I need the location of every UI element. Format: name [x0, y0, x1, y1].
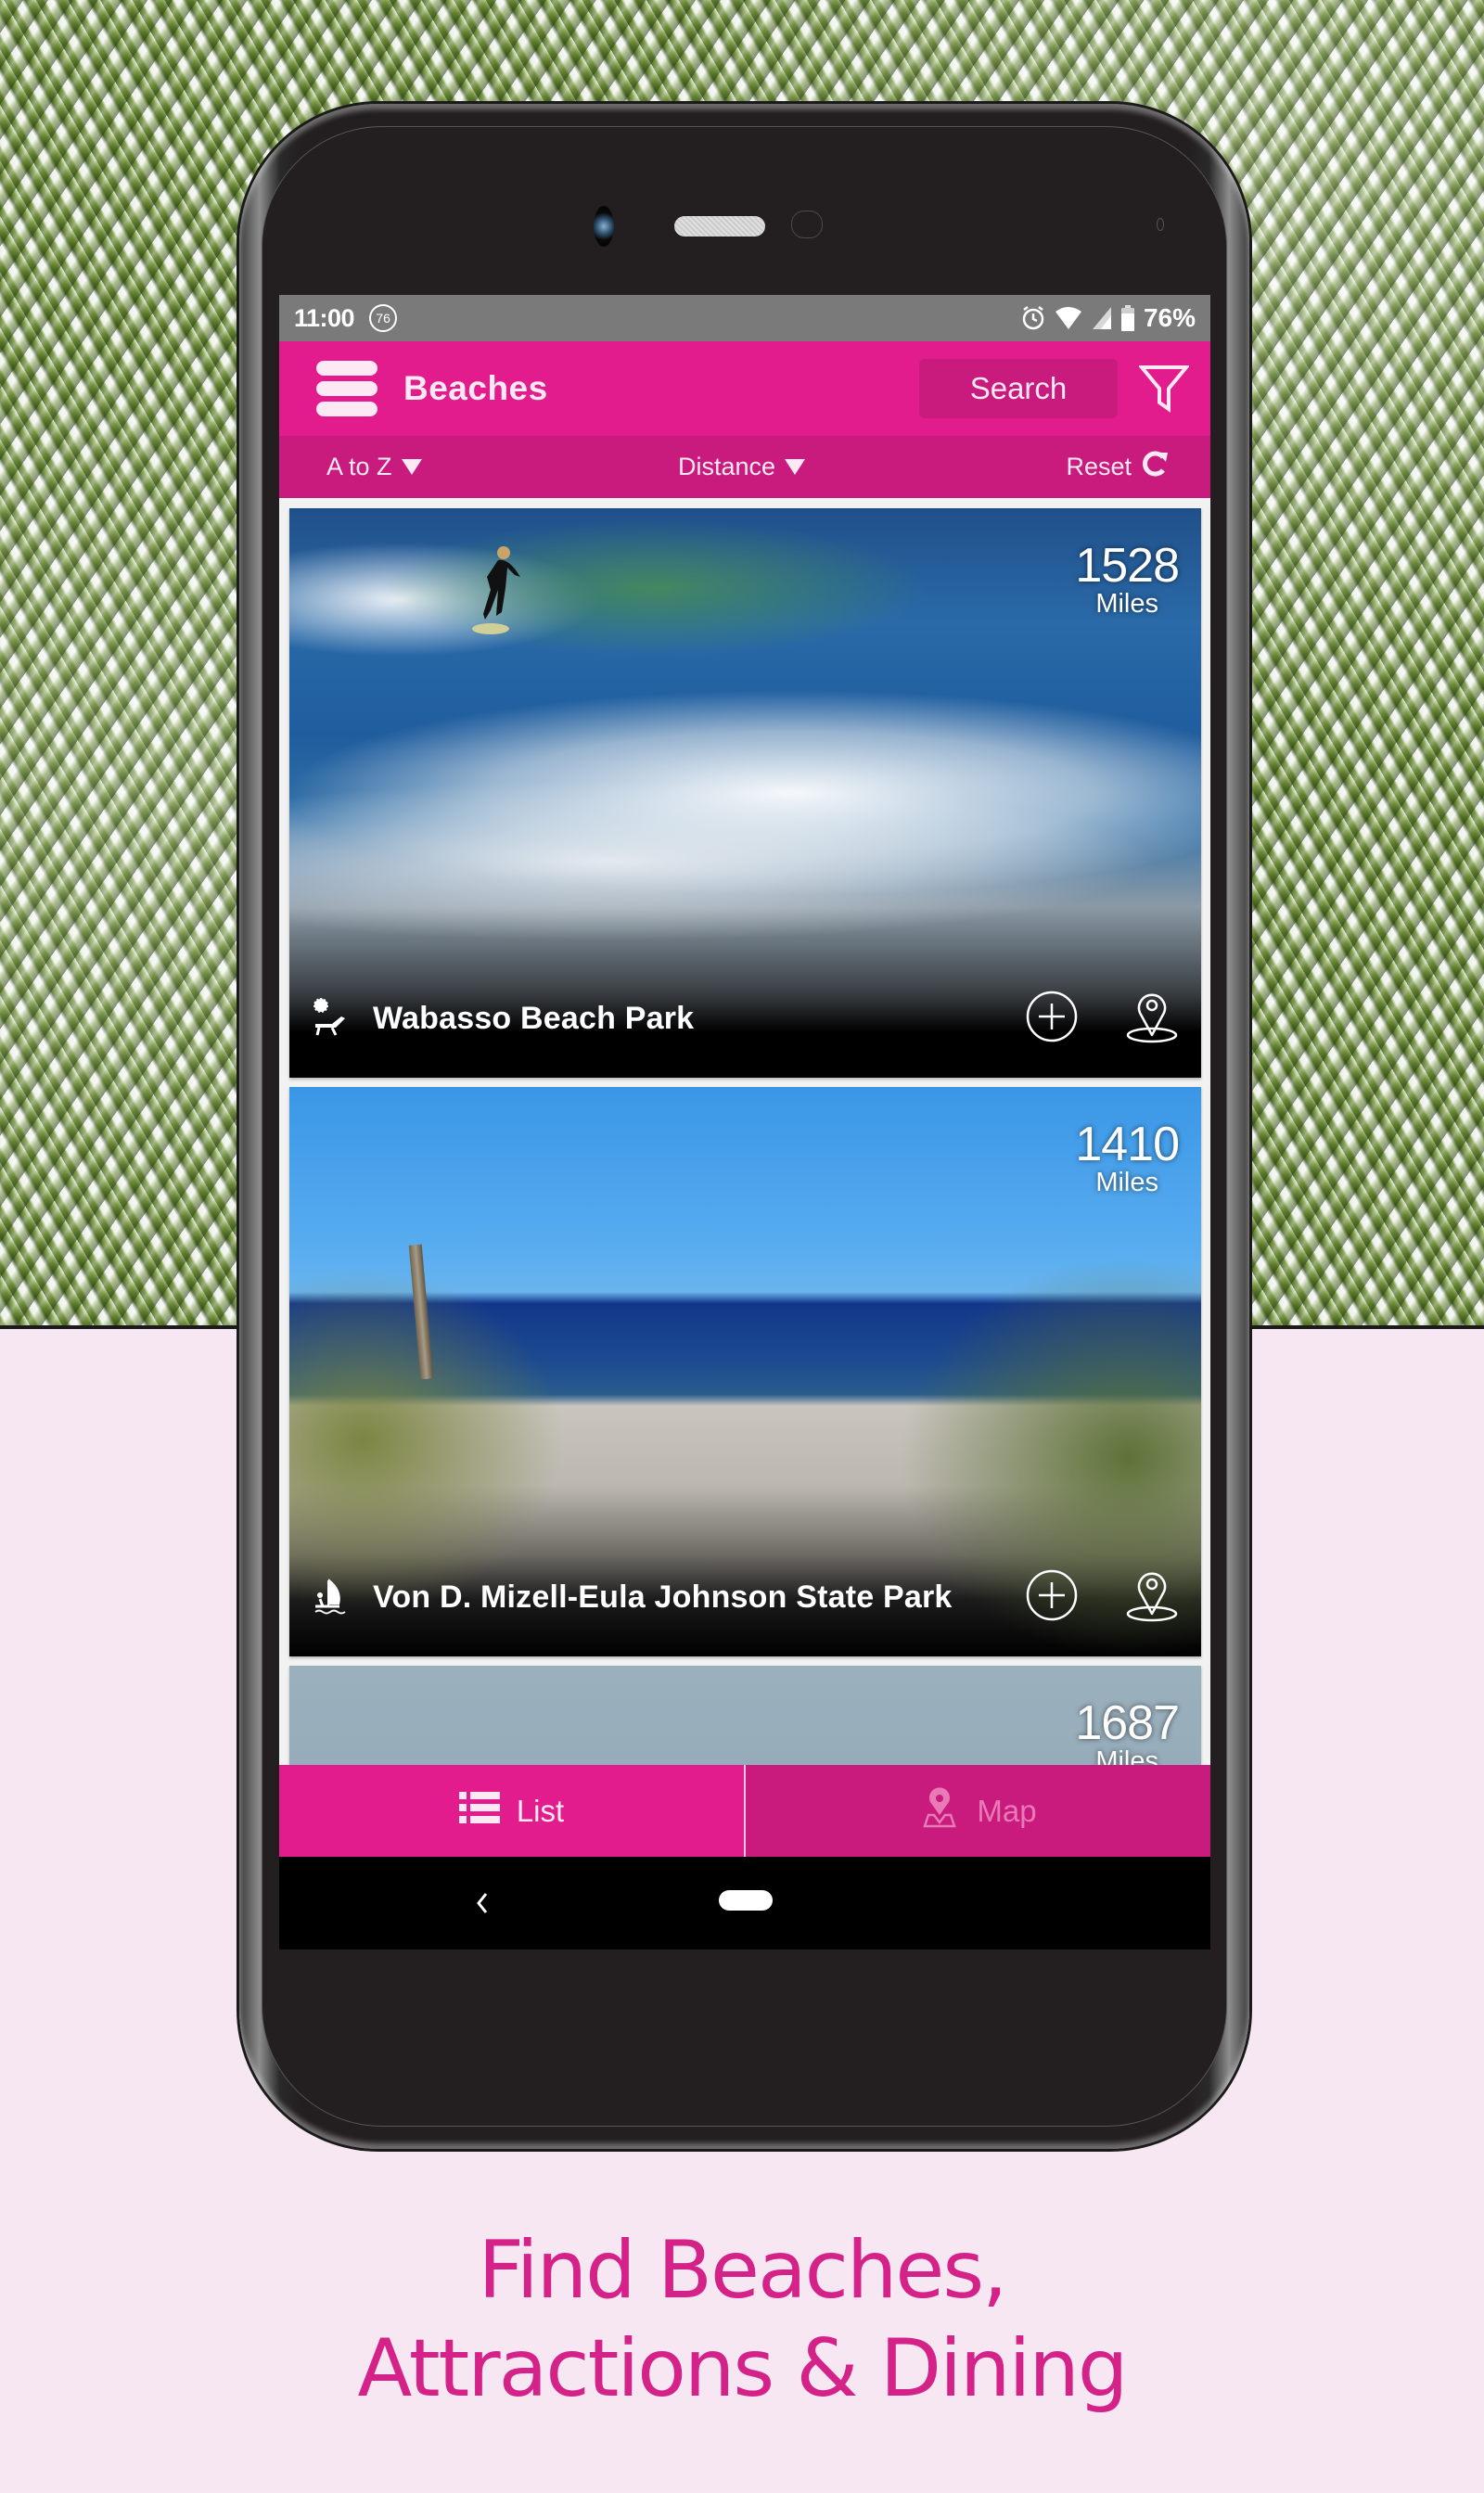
reset-button[interactable]: Reset — [1066, 450, 1169, 484]
listing-card[interactable]: 1528 Miles Wabasso Beach Park — [289, 508, 1201, 1078]
search-button[interactable]: Search — [919, 359, 1118, 418]
hamburger-menu-icon[interactable] — [316, 361, 377, 416]
app-bar: Beaches Search — [279, 341, 1210, 436]
sort-distance-dropdown[interactable]: Distance — [678, 453, 806, 481]
system-nav-bar — [279, 1857, 1210, 1950]
distance-value: 1687 — [1075, 1696, 1180, 1750]
front-camera — [594, 206, 616, 247]
status-time: 11:00 — [294, 303, 355, 332]
listing-footer: Von D. Mizell-Eula Johnson State Park — [289, 1554, 1201, 1656]
light-sensor — [1157, 218, 1164, 231]
alarm-icon — [1021, 305, 1045, 331]
distance-unit: Miles — [1095, 1168, 1158, 1197]
sort-bar: A to Z Distance Reset — [279, 436, 1210, 498]
plus-circle-icon — [1026, 1569, 1078, 1620]
filter-funnel-icon[interactable] — [1118, 341, 1210, 436]
distance-badge: 1410 Miles — [1075, 1118, 1180, 1197]
listing-name: Von D. Mizell-Eula Johnson State Park — [373, 1579, 953, 1615]
distance-value: 1410 — [1075, 1118, 1180, 1171]
bottom-tab-bar: List Map — [279, 1765, 1210, 1857]
caret-down-icon — [785, 459, 806, 475]
map-pin-icon — [919, 1786, 960, 1835]
tab-list-label: List — [516, 1793, 565, 1828]
listing-card[interactable]: 1687 Miles — [289, 1666, 1201, 1765]
tagline-line-1: Find Beaches, — [478, 2224, 1008, 2317]
distance-unit: Miles — [1095, 589, 1158, 619]
distance-badge: 1528 Miles — [1075, 539, 1180, 619]
sort-alphabetical-label: A to Z — [326, 453, 392, 480]
location-pin-icon — [1126, 1572, 1178, 1621]
list-icon — [458, 1791, 500, 1831]
surfer-figure — [472, 546, 520, 634]
proximity-sensor — [791, 211, 823, 238]
reset-label: Reset — [1066, 453, 1132, 480]
distance-value: 1528 — [1075, 539, 1180, 593]
listing-name: Wabasso Beach Park — [373, 1000, 695, 1036]
sort-alphabetical-dropdown[interactable]: A to Z — [326, 453, 422, 481]
tab-map[interactable]: Map — [746, 1765, 1210, 1857]
phone-screen: 11:00 76 76% Beaches Search A to Z Dista… — [279, 295, 1210, 1950]
tagline-line-2: Attractions & Dining — [357, 2322, 1129, 2415]
windsurf-icon — [312, 1577, 352, 1617]
beach-lounger-icon — [312, 998, 352, 1039]
listing-footer: Wabasso Beach Park — [289, 976, 1201, 1078]
page-title: Beaches — [403, 369, 548, 407]
listing-actions — [1025, 989, 1179, 1049]
wifi-icon — [1055, 306, 1082, 330]
listing-photo — [289, 1666, 1201, 1765]
show-on-map-button[interactable] — [1125, 989, 1179, 1049]
earpiece-speaker — [674, 216, 765, 237]
sort-distance-label: Distance — [678, 453, 776, 480]
status-bar: 11:00 76 76% — [279, 295, 1210, 341]
status-icons: 76% — [1021, 303, 1196, 333]
plus-circle-icon — [1026, 991, 1078, 1042]
listing-list[interactable]: 1528 Miles Wabasso Beach Park 1410 Miles… — [279, 498, 1210, 1765]
tab-list[interactable]: List — [279, 1765, 746, 1857]
add-to-trip-button[interactable] — [1025, 990, 1079, 1048]
tab-map-label: Map — [977, 1793, 1037, 1828]
add-to-trip-button[interactable] — [1025, 1568, 1079, 1627]
battery-icon — [1120, 305, 1134, 331]
home-pill-button[interactable] — [719, 1890, 773, 1911]
location-pin-icon — [1126, 993, 1178, 1042]
signal-icon — [1092, 306, 1112, 330]
refresh-icon — [1141, 450, 1169, 484]
distance-badge: 1687 Miles — [1075, 1696, 1180, 1765]
listing-card[interactable]: 1410 Miles Von D. Mizell-Eula Johnson St… — [289, 1087, 1201, 1656]
caret-down-icon — [401, 459, 422, 475]
notification-badge-icon: 76 — [369, 304, 398, 332]
back-chevron-icon[interactable] — [469, 1888, 497, 1918]
show-on-map-button[interactable] — [1125, 1567, 1179, 1628]
listing-actions — [1025, 1567, 1179, 1628]
battery-percent: 76% — [1143, 303, 1196, 332]
